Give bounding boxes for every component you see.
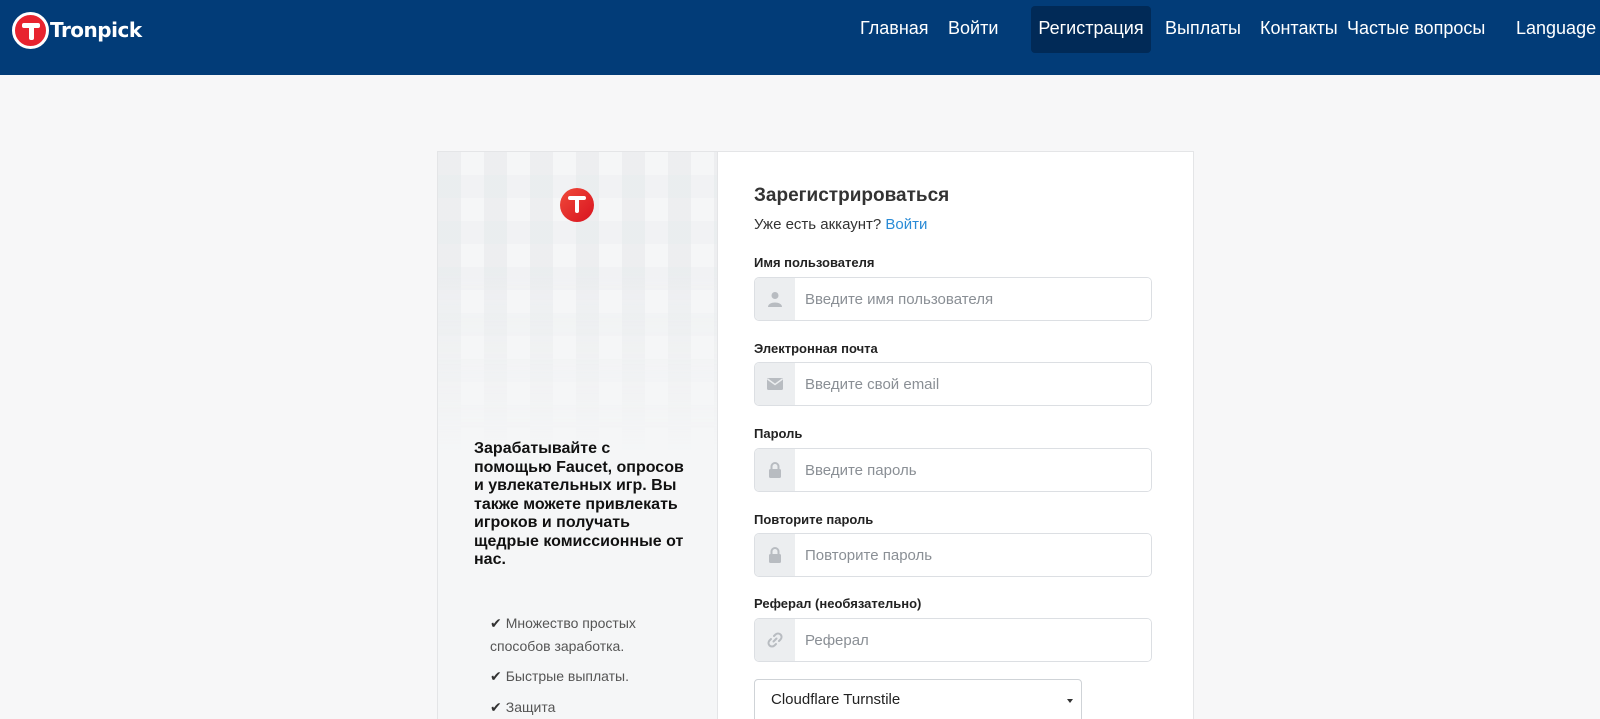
- promo-text: Зарабатывайте с помощью Faucet, опросов …: [474, 440, 684, 568]
- email-input[interactable]: [795, 363, 1151, 405]
- referral-input[interactable]: [795, 619, 1151, 661]
- promo-panel: Зарабатывайте с помощью Faucet, опросов …: [438, 152, 718, 719]
- nav-item-language[interactable]: Language: [1516, 6, 1596, 53]
- registration-form: Зарегистрироваться Уже есть аккаунт? Вой…: [718, 152, 1194, 719]
- check-icon: ✔: [490, 669, 502, 685]
- repeat-password-label: Повторите пароль: [754, 512, 874, 527]
- feature-list: ✔ Множество простых способов заработка. ✔…: [490, 612, 670, 719]
- username-label: Имя пользователя: [754, 255, 875, 270]
- nav-item-login[interactable]: Войти: [948, 6, 998, 53]
- tronpick-logo-icon: [560, 188, 594, 222]
- lock-icon: [755, 449, 795, 491]
- referral-label: Реферал (необязательно): [754, 596, 922, 611]
- feature-item: ✔ Множество простых способов заработка.: [490, 615, 636, 654]
- user-icon: [755, 278, 795, 320]
- form-title: Зарегистрироваться: [754, 185, 950, 206]
- username-input[interactable]: [795, 278, 1151, 320]
- captcha-provider-select[interactable]: Cloudflare Turnstile: [754, 679, 1082, 719]
- registration-card: Зарабатывайте с помощью Faucet, опросов …: [437, 151, 1194, 719]
- nav-item-contacts[interactable]: Контакты: [1260, 6, 1338, 53]
- link-icon: [755, 619, 795, 661]
- lock-icon: [755, 534, 795, 576]
- check-icon: ✔: [490, 700, 502, 716]
- nav-item-payouts[interactable]: Выплаты: [1165, 6, 1241, 53]
- password-input-group: [754, 448, 1152, 492]
- have-account-line: Уже есть аккаунт? Войти: [754, 216, 928, 233]
- repeat-password-input-group: [754, 533, 1152, 577]
- password-input[interactable]: [795, 449, 1151, 491]
- login-link[interactable]: Войти: [885, 216, 927, 233]
- nav-item-home[interactable]: Главная: [860, 6, 929, 53]
- username-input-group: [754, 277, 1152, 321]
- nav-item-register[interactable]: Регистрация: [1031, 6, 1151, 53]
- brand-logo[interactable]: Tronpick: [12, 11, 142, 49]
- repeat-password-input[interactable]: [795, 534, 1151, 576]
- caret-down-icon: [1067, 699, 1073, 703]
- top-navbar: Tronpick Главная Войти Регистрация Выпла…: [0, 0, 1600, 75]
- referral-input-group: [754, 618, 1152, 662]
- feature-item: ✔ Быстрые выплаты.: [490, 668, 630, 685]
- email-input-group: [754, 362, 1152, 406]
- password-label: Пароль: [754, 426, 803, 441]
- feature-item: ✔ Защита: [490, 699, 556, 716]
- nav-item-faq[interactable]: Частые вопросы: [1347, 6, 1485, 53]
- brand-badge-icon: [12, 11, 49, 49]
- email-label: Электронная почта: [754, 341, 878, 356]
- envelope-icon: [755, 363, 795, 405]
- check-icon: ✔: [490, 616, 502, 632]
- brand-name: Tronpick: [50, 18, 142, 42]
